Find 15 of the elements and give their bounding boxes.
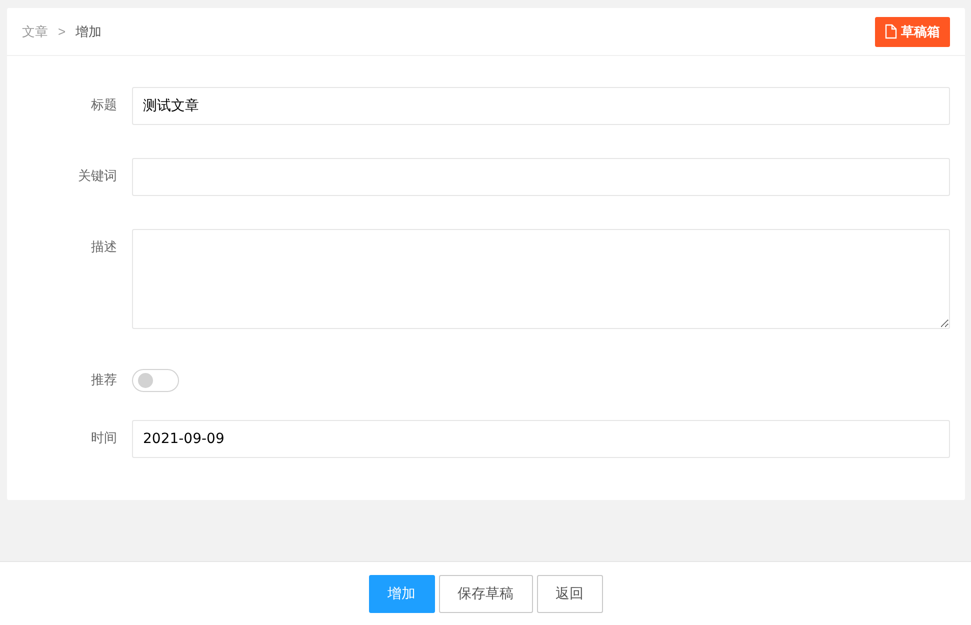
action-button[interactable]: 返回: [536, 574, 602, 612]
field-label: 描述: [90, 239, 118, 257]
breadcrumb-separator: >: [58, 24, 66, 39]
text-area[interactable]: [132, 229, 950, 329]
toggle-switch[interactable]: [132, 369, 179, 392]
input-field[interactable]: [132, 158, 950, 196]
input-field[interactable]: 2021-09-09: [132, 420, 950, 458]
document-icon: [885, 24, 897, 39]
field-label: 关键词: [77, 168, 118, 186]
field-label: 标题: [90, 97, 118, 115]
field-label: 推荐: [90, 372, 118, 390]
input-field[interactable]: 测试文章: [132, 87, 950, 125]
breadcrumb-item: 增加: [76, 24, 102, 40]
field-label: 时间: [90, 430, 118, 448]
action-button[interactable]: 保存草稿: [438, 574, 532, 612]
